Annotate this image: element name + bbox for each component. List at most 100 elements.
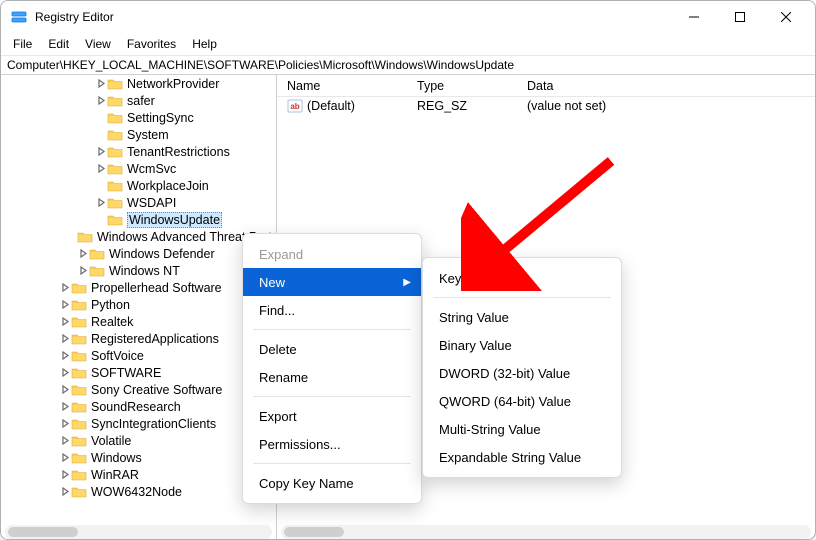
expand-icon[interactable] — [95, 95, 107, 107]
context-menu-permissions[interactable]: Permissions... — [243, 430, 421, 458]
context-menu-export[interactable]: Export — [243, 402, 421, 430]
expand-icon[interactable] — [59, 418, 71, 430]
tree-node[interactable]: WorkplaceJoin — [3, 177, 276, 194]
column-header-type[interactable]: Type — [407, 79, 517, 93]
submenu-key[interactable]: Key — [423, 264, 621, 292]
values-horizontal-scrollbar[interactable] — [281, 525, 811, 539]
submenu-multi-string-value[interactable]: Multi-String Value — [423, 415, 621, 443]
tree-node[interactable]: WindowsUpdate — [3, 211, 276, 228]
tree-node[interactable]: Realtek — [3, 313, 276, 330]
tree-horizontal-scrollbar[interactable] — [5, 525, 272, 539]
value-data: (value not set) — [517, 99, 815, 113]
expand-icon[interactable] — [59, 452, 71, 464]
expand-icon[interactable] — [59, 333, 71, 345]
scrollbar-thumb[interactable] — [8, 527, 78, 537]
tree-node-label: Windows — [91, 451, 142, 465]
tree-node[interactable]: WOW6432Node — [3, 483, 276, 500]
expand-icon[interactable] — [59, 384, 71, 396]
folder-icon — [71, 281, 87, 295]
column-header-data[interactable]: Data — [517, 79, 815, 93]
context-menu-copy-key-name[interactable]: Copy Key Name — [243, 469, 421, 497]
expand-icon[interactable] — [95, 78, 107, 90]
maximize-button[interactable] — [717, 2, 763, 32]
tree-pane[interactable]: NetworkProvidersafer SettingSyncSystemTen… — [1, 75, 277, 540]
tree-node[interactable]: RegisteredApplications — [3, 330, 276, 347]
tree-node[interactable]: Python — [3, 296, 276, 313]
tree-node[interactable]: WSDAPI — [3, 194, 276, 211]
registry-tree: NetworkProvidersafer SettingSyncSystemTen… — [3, 75, 276, 500]
tree-node[interactable]: SoftVoice — [3, 347, 276, 364]
tree-node[interactable]: SoundResearch — [3, 398, 276, 415]
submenu-expandable-string-value[interactable]: Expandable String Value — [423, 443, 621, 471]
expand-icon[interactable] — [77, 248, 89, 260]
tree-node-label: WOW6432Node — [91, 485, 182, 499]
expand-icon[interactable] — [59, 367, 71, 379]
tree-node[interactable]: NetworkProvider — [3, 75, 276, 92]
folder-icon — [107, 111, 123, 125]
context-menu: Expand New ▶ Find... Delete Rename Expor… — [242, 233, 422, 504]
folder-icon — [107, 179, 123, 193]
folder-icon — [107, 94, 123, 108]
folder-icon — [71, 485, 87, 499]
expand-icon[interactable] — [77, 265, 89, 277]
regedit-app-icon — [11, 9, 27, 25]
expand-icon[interactable] — [95, 163, 107, 175]
tree-node[interactable]: Windows — [3, 449, 276, 466]
submenu-dword-value[interactable]: DWORD (32-bit) Value — [423, 359, 621, 387]
submenu-qword-value[interactable]: QWORD (64-bit) Value — [423, 387, 621, 415]
expand-icon[interactable] — [59, 486, 71, 498]
tree-node[interactable]: Windows Advanced Threat Protection — [3, 228, 276, 245]
expand-icon[interactable] — [95, 146, 107, 158]
tree-node[interactable]: Volatile — [3, 432, 276, 449]
scrollbar-thumb[interactable] — [284, 527, 344, 537]
tree-node[interactable]: Propellerhead Software — [3, 279, 276, 296]
tree-node[interactable]: WinRAR — [3, 466, 276, 483]
tree-node[interactable]: WcmSvc — [3, 160, 276, 177]
expand-icon[interactable] — [59, 469, 71, 481]
expand-icon[interactable] — [59, 299, 71, 311]
tree-node[interactable]: Windows NT — [3, 262, 276, 279]
tree-node-label: SettingSync — [127, 111, 194, 125]
expand-icon[interactable] — [59, 316, 71, 328]
menu-view[interactable]: View — [77, 33, 119, 55]
tree-node[interactable]: TenantRestrictions — [3, 143, 276, 160]
tree-node[interactable]: SettingSync — [3, 109, 276, 126]
tree-node-label: SyncIntegrationClients — [91, 417, 216, 431]
expand-icon[interactable] — [59, 435, 71, 447]
value-name: (Default) — [307, 99, 355, 113]
column-header-name[interactable]: Name — [277, 79, 407, 93]
menu-help[interactable]: Help — [184, 33, 225, 55]
expand-icon[interactable] — [59, 350, 71, 362]
close-button[interactable] — [763, 2, 809, 32]
tree-node-label: Windows Defender — [109, 247, 215, 261]
context-menu-delete[interactable]: Delete — [243, 335, 421, 363]
menu-favorites[interactable]: Favorites — [119, 33, 184, 55]
tree-node[interactable]: safer — [3, 92, 276, 109]
tree-node-label: NetworkProvider — [127, 77, 219, 91]
expand-icon[interactable] — [95, 197, 107, 209]
submenu-string-value[interactable]: String Value — [423, 303, 621, 331]
folder-icon — [71, 451, 87, 465]
tree-node[interactable]: System — [3, 126, 276, 143]
tree-node-label: Propellerhead Software — [91, 281, 222, 295]
expand-icon[interactable] — [59, 401, 71, 413]
submenu-binary-value[interactable]: Binary Value — [423, 331, 621, 359]
context-menu-find[interactable]: Find... — [243, 296, 421, 324]
value-row[interactable]: ab (Default) REG_SZ (value not set) — [277, 97, 815, 115]
menu-file[interactable]: File — [5, 33, 40, 55]
tree-node-label: WindowsUpdate — [127, 212, 222, 228]
tree-node[interactable]: Windows Defender — [3, 245, 276, 262]
tree-node[interactable]: SyncIntegrationClients — [3, 415, 276, 432]
address-bar[interactable]: Computer\HKEY_LOCAL_MACHINE\SOFTWARE\Pol… — [1, 55, 815, 75]
expand-icon[interactable] — [59, 282, 71, 294]
submenu-arrow-icon: ▶ — [403, 277, 411, 288]
context-menu-new[interactable]: New ▶ — [243, 268, 421, 296]
tree-node[interactable]: Sony Creative Software — [3, 381, 276, 398]
tree-node[interactable]: SOFTWARE — [3, 364, 276, 381]
context-menu-rename[interactable]: Rename — [243, 363, 421, 391]
tree-node-label: WinRAR — [91, 468, 139, 482]
minimize-button[interactable] — [671, 2, 717, 32]
tree-node-label: Python — [91, 298, 130, 312]
menu-edit[interactable]: Edit — [40, 33, 77, 55]
folder-icon — [71, 434, 87, 448]
